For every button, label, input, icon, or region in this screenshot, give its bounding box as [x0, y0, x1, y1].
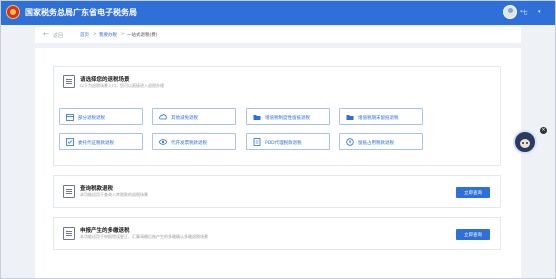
breadcrumb-tax-handling[interactable]: 我要办税	[99, 32, 117, 38]
breadcrumb-separator: >	[93, 32, 97, 37]
folder-icon	[253, 115, 261, 120]
breadcrumb-bar: ← 返回 首页 > 我要办税 > 一站式退税(费)	[35, 27, 521, 43]
scene-button-label: 其他减免退税	[171, 116, 198, 121]
user-name[interactable]: *七	[520, 9, 528, 16]
breadcrumb-separator: >	[121, 32, 125, 37]
scene-button-agent-tax[interactable]: PDD代理税款退税	[246, 133, 330, 150]
assistant-face	[520, 139, 530, 148]
scene-button-other-exemption[interactable]: 其他减免退税	[152, 108, 236, 125]
scene-button-vat-institutional[interactable]: 增值税制度性留抵退税	[246, 108, 330, 125]
svg-text:¥: ¥	[349, 140, 352, 146]
scene-section-title: 请选择您的退税场景	[80, 77, 130, 83]
assistant-close-icon[interactable]: ×	[540, 127, 547, 134]
query-refund-icon	[63, 185, 75, 198]
scene-button-label: 代开发票税款退税	[171, 141, 207, 146]
scene-button-label: PDD代理税款退税	[265, 141, 302, 146]
declare-refund-button[interactable]: 立即查询	[456, 229, 490, 240]
chevron-down-icon[interactable]: ▾	[538, 9, 541, 15]
user-avatar-icon[interactable]	[503, 5, 517, 19]
scene-button-label: 增值税制度性留抵退税	[265, 116, 310, 121]
cloud-icon	[159, 114, 167, 120]
eye-icon	[159, 139, 167, 145]
document-icon	[253, 138, 261, 146]
query-refund-button[interactable]: 立即查询	[456, 187, 490, 198]
query-refund-button-label: 立即查询	[464, 191, 482, 196]
scene-button-label: 委托代征税款退税	[78, 141, 114, 146]
back-arrow-icon[interactable]: ←	[43, 30, 49, 38]
breadcrumb-home[interactable]: 首页	[80, 32, 89, 38]
tax-bureau-logo-icon	[6, 5, 20, 19]
breadcrumb-current: 一站式退税(费)	[127, 33, 158, 38]
scene-button-credit-occupation[interactable]: ¥ 留抵占用税款退税	[339, 133, 423, 150]
scene-button-vat-period-end[interactable]: 增值税期末留抵退税	[339, 108, 423, 125]
declare-refund-icon	[63, 227, 75, 240]
calendar-icon	[66, 114, 74, 121]
top-header: 国家税务总局广东省电子税务局 *七 ▾	[0, 0, 556, 25]
folder-icon	[346, 115, 354, 120]
scene-button-entrusted-collection[interactable]: 委托代征税款退税	[59, 133, 143, 150]
checklist-icon	[66, 138, 74, 146]
scene-button-label: 部分退税退税	[78, 116, 105, 121]
declare-refund-title: 申报产生的多缴退税	[80, 228, 130, 234]
site-title: 国家税务总局广东省电子税务局	[25, 8, 137, 17]
declare-refund-button-label: 立即查询	[464, 233, 482, 238]
scene-section-description: 以下为退税场景入口，您可以直接进入退税办理	[80, 83, 164, 88]
query-refund-title: 查询税款退税	[80, 186, 114, 192]
scene-button-label: 留抵占用税款退税	[358, 141, 394, 146]
declare-refund-description: 本功能适用于申报错误更正、汇算清缴后账产生的多缴确认多缴退税场景	[80, 234, 208, 239]
query-refund-section: 查询税款退税 本功能适用于查询入库税款的退税场景 立即查询	[53, 175, 501, 208]
assistant-avatar-icon[interactable]	[513, 130, 537, 154]
back-button[interactable]: 返回	[53, 32, 63, 39]
scene-button-invoice-issuance[interactable]: 代开发票税款退税	[152, 133, 236, 150]
scene-button-label: 增值税期末留抵退税	[358, 116, 399, 121]
query-refund-description: 本功能适用于查询入库税款的退税场景	[80, 192, 148, 197]
scene-section-icon	[63, 75, 75, 88]
cash-icon: ¥	[346, 138, 354, 146]
declare-refund-section: 申报产生的多缴退税 本功能适用于申报错误更正、汇算清缴后账产生的多缴确认多缴退税…	[53, 217, 501, 250]
scene-section: 请选择您的退税场景 以下为退税场景入口，您可以直接进入退税办理 部分退税退税 其…	[53, 66, 501, 166]
main-panel: 请选择您的退税场景 以下为退税场景入口，您可以直接进入退税办理 部分退税退税 其…	[35, 48, 521, 279]
scene-button-partial-refund[interactable]: 部分退税退税	[59, 108, 143, 125]
